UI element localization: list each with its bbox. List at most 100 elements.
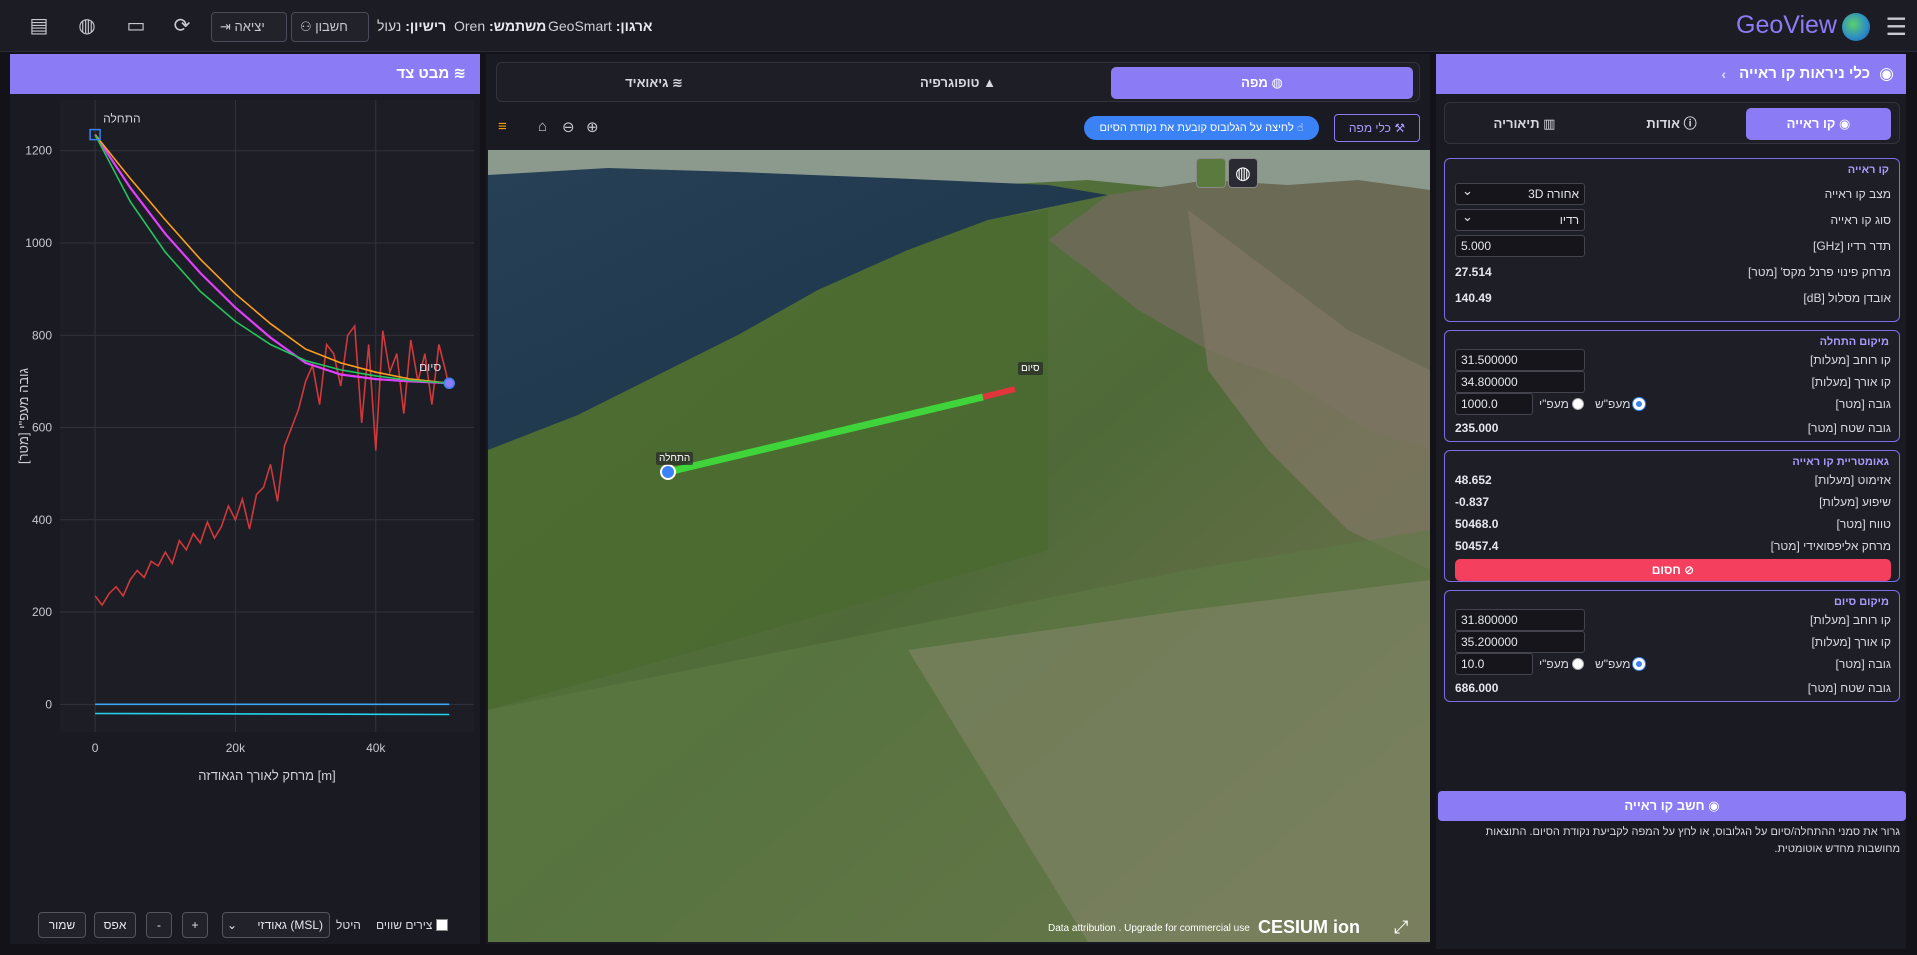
los-tabs: ◉ קו ראייה ⓘ אודות ▥ תיאוריה xyxy=(1444,102,1900,144)
y-tick-label: 600 xyxy=(32,421,52,435)
type-select[interactable]: רדיו xyxy=(1455,207,1585,231)
start-label: התחלה xyxy=(656,452,694,465)
menu-icon[interactable]: ☰ xyxy=(1885,13,1907,42)
ellipsoid-label: מרחק אליפסואידי [מטר] xyxy=(1770,539,1891,553)
map-tools-button[interactable]: ⚒ כלי מפה xyxy=(1334,114,1420,142)
checkbox-icon xyxy=(436,919,449,931)
start-lat-input[interactable]: 31.500000 xyxy=(1455,349,1585,371)
end-radio-ground[interactable]: מעפ"י xyxy=(1539,657,1584,671)
start-height-input[interactable]: 1000.0 xyxy=(1455,393,1533,415)
start-height-label: גובה [מטר] xyxy=(1835,397,1891,411)
globe-map[interactable]: התחלה סיום ◍ Data attribution . Upgrade … xyxy=(488,150,1430,942)
end-point-marker xyxy=(443,377,455,389)
tab-map[interactable]: ◍ מפה xyxy=(1111,67,1413,99)
zoom-plus-button[interactable]: + xyxy=(182,912,208,938)
start-lon-input[interactable]: 34.800000 xyxy=(1455,371,1585,393)
zoom-minus-button[interactable]: - xyxy=(146,912,172,938)
radio-icon xyxy=(1571,658,1584,670)
series-sea-level-2 xyxy=(95,712,450,716)
monitor-icon[interactable]: ▭ xyxy=(122,12,150,40)
x-tick-label: 40k xyxy=(366,741,386,755)
mode-select[interactable]: אחורה 3D xyxy=(1455,181,1585,205)
los-panel-title: כלי ניראות קו ראייה xyxy=(1739,65,1870,82)
chart-icon: ≋ xyxy=(453,65,466,82)
end-height-label: גובה [מטר] xyxy=(1835,657,1891,671)
calc-los-button[interactable]: ◉ חשב קו ראייה xyxy=(1438,791,1906,821)
y-tick-label: 800 xyxy=(32,328,52,342)
cesium-logo: CESIUM ion xyxy=(1258,917,1360,937)
reset-button[interactable]: אפס xyxy=(94,912,136,938)
equal-axes-toggle[interactable]: צירים שווים xyxy=(376,918,449,932)
start-marker[interactable] xyxy=(660,464,676,480)
tab-los[interactable]: ◉ קו ראייה xyxy=(1746,108,1891,140)
chevron-right-icon[interactable]: › xyxy=(1721,54,1726,94)
save-button[interactable]: שמור xyxy=(38,912,86,938)
zoom-out-icon[interactable]: ⊖ xyxy=(562,118,575,136)
profile-title: מבט צד xyxy=(396,65,450,82)
start-section: מיקום התחלה קו רוחב [מעלות] 31.500000 קו … xyxy=(1444,330,1900,442)
end-lat-input[interactable]: 31.800000 xyxy=(1455,609,1585,631)
account-icon: ⚇ xyxy=(300,19,312,34)
slope-label: שיפוע [מעלות] xyxy=(1819,495,1891,509)
tab-topography[interactable]: ▲ טופוגרפיה xyxy=(807,67,1109,99)
mountain-icon: ▲ xyxy=(983,75,996,90)
tab-geoid[interactable]: ≋ גיאואיד xyxy=(503,67,805,99)
end-radio-msl[interactable]: מעפ"ש xyxy=(1595,657,1646,671)
y-tick-label: 1200 xyxy=(25,144,52,158)
profile-chart[interactable]: 0 200 400 600 800 1000 1200 0 20k 40k התחלה סיום מרח… xyxy=(10,94,480,910)
fresnel-value: 27.514 xyxy=(1455,265,1492,279)
sync-icon[interactable]: ⟳ xyxy=(168,12,196,40)
top-bar: ☰ GeoView ארגון: GeoSmart משתמש: Oren רי… xyxy=(0,0,1917,52)
eye-icon: ◉ xyxy=(1708,798,1720,813)
chat-icon[interactable]: ▤ xyxy=(25,12,53,40)
user-info: משתמש: Oren xyxy=(454,18,547,34)
start-terrain-value: 235.000 xyxy=(1455,421,1499,435)
zoom-in-icon[interactable]: ⊕ xyxy=(586,118,599,136)
y-tick-label: 200 xyxy=(32,605,52,619)
y-tick-label: 1000 xyxy=(25,236,52,250)
freq-input[interactable]: 5.000 xyxy=(1455,235,1585,257)
language-icon[interactable]: ◍ xyxy=(73,12,101,40)
freq-label: תדר רדיו [GHz] xyxy=(1813,239,1891,253)
blocked-button[interactable]: ⊘ חסום xyxy=(1455,559,1891,581)
account-button[interactable]: ⚇ חשבון xyxy=(291,12,369,42)
hint-pill: ☝ לחיצה על הגלובוס קובעת את נקודת הסיום xyxy=(1084,116,1319,140)
end-height-input[interactable]: 10.0 xyxy=(1455,653,1533,675)
slope-value: -0.837 xyxy=(1455,495,1490,509)
logout-button[interactable]: ⇥ יציאה xyxy=(211,12,287,42)
end-label: סיום xyxy=(1018,362,1043,375)
x-tick-label: 20k xyxy=(226,741,246,755)
start-lon-label: קו אורך [מעלות] xyxy=(1811,375,1891,389)
globe-view-button[interactable]: ◍ xyxy=(1228,158,1258,188)
section-title: מיקום סיום xyxy=(1833,596,1889,608)
layers-icon[interactable]: ≡ xyxy=(498,118,507,135)
eye-off-icon: ⊘ xyxy=(1684,563,1695,577)
annotation-label: סיום xyxy=(419,360,441,374)
tab-about[interactable]: ⓘ אודות xyxy=(1599,108,1744,140)
fresnel-label: מרחק פינוי פרנל מקס' [מטר] xyxy=(1748,265,1891,279)
start-radio-ground[interactable]: מעפ"י xyxy=(1539,397,1584,411)
azimuth-label: אזימוט [מעלות] xyxy=(1814,473,1891,487)
start-radio-msl[interactable]: מעפ"ש xyxy=(1595,397,1646,411)
fullscreen-icon[interactable]: ⤢ xyxy=(1394,917,1408,938)
datum-select[interactable]: ⌄ גאודזי (MSL) xyxy=(222,912,330,938)
base-layer-button[interactable] xyxy=(1196,158,1226,188)
globe-logo-icon xyxy=(1842,13,1870,41)
y-axis-label: גובה מעפ"י [מטר] xyxy=(16,368,31,464)
tab-theory[interactable]: ▥ תיאוריה xyxy=(1452,108,1597,140)
home-icon[interactable]: ⌂ xyxy=(538,118,547,135)
chevron-down-icon: ⌄ xyxy=(227,918,238,932)
help-note: גרור את סמני ההתחלה/סיום על הגלובוס, או … xyxy=(1485,826,1900,855)
end-section: מיקום סיום קו רוחב [מעלות] 31.800000 קו א… xyxy=(1444,590,1900,702)
map-credits[interactable]: Data attribution . Upgrade for commercia… xyxy=(1048,923,1250,934)
ellipsoid-value: 50457.4 xyxy=(1455,539,1499,553)
app-logo: GeoView xyxy=(1736,11,1837,39)
end-lon-input[interactable]: 35.200000 xyxy=(1455,631,1585,653)
eye-icon: ◉ xyxy=(1879,64,1894,83)
end-terrain-value: 686.000 xyxy=(1455,681,1499,695)
los-section: קו ראייה מצב קו ראייה אחורה 3D סוג קו ראי… xyxy=(1444,158,1900,322)
org-info: ארגון: GeoSmart xyxy=(548,18,653,34)
plot-area xyxy=(60,100,474,732)
type-label: סוג קו ראייה xyxy=(1830,213,1891,227)
section-title: קו ראייה xyxy=(1847,164,1889,176)
